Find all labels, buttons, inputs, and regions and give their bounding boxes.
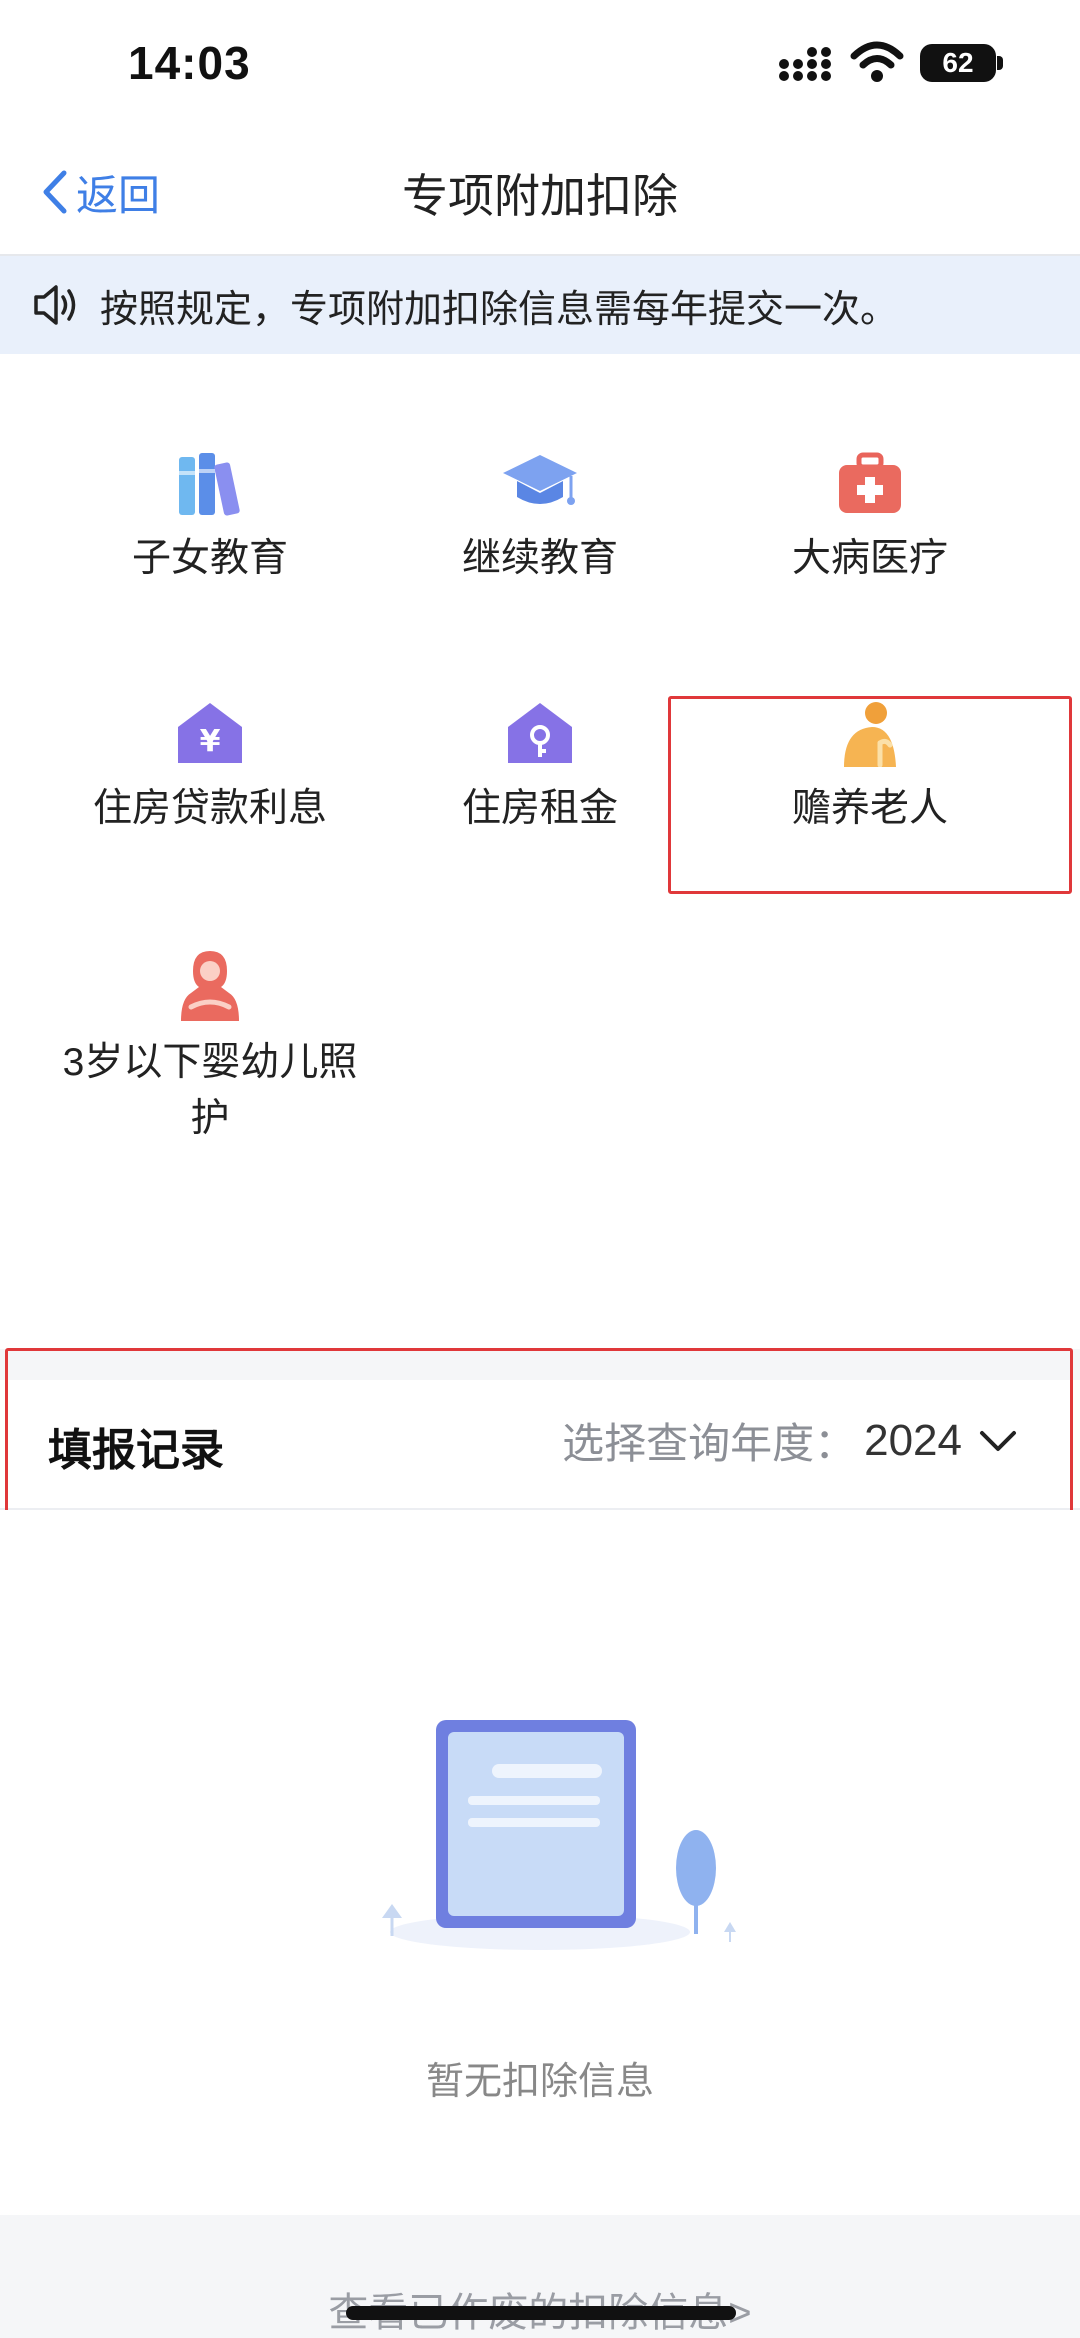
medical-kit-icon bbox=[839, 452, 901, 513]
status-bar: 14:03 62 bbox=[0, 0, 1080, 130]
item-label: 子女教育 bbox=[131, 537, 288, 580]
year-selector-value: 2024 bbox=[864, 1415, 962, 1465]
battery-cap bbox=[997, 56, 1003, 70]
chevron-down-icon bbox=[980, 1430, 1016, 1451]
books-icon bbox=[179, 453, 240, 516]
elderly-person-icon bbox=[844, 702, 896, 767]
item-label: 住房贷款利息 bbox=[92, 787, 327, 830]
notice-banner: 按照规定，专项附加扣除信息需每年提交一次。 bbox=[0, 256, 1080, 354]
house-key-icon bbox=[508, 703, 572, 763]
empty-document-illustration bbox=[382, 1720, 736, 1950]
item-elderly-support[interactable]: 赡养老人 bbox=[705, 699, 1035, 837]
speaker-icon bbox=[34, 285, 76, 325]
item-infant-care[interactable]: 3岁以下婴幼儿照护 bbox=[45, 949, 375, 1147]
records-title: 填报记录 bbox=[48, 1426, 224, 1475]
item-continuing-education[interactable]: 继续教育 bbox=[375, 449, 705, 587]
battery-indicator: 62 bbox=[920, 44, 996, 82]
item-housing-loan-interest[interactable]: ¥ 住房贷款利息 bbox=[45, 699, 375, 837]
item-label: 继续教育 bbox=[461, 537, 618, 580]
year-selector[interactable]: 选择查询年度： 2024 bbox=[562, 1410, 1018, 1471]
item-housing-rent[interactable]: 住房租金 bbox=[375, 699, 705, 837]
cellular-signal-icon bbox=[779, 47, 831, 81]
item-label: 3岁以下婴幼儿照护 bbox=[62, 1041, 358, 1140]
home-indicator bbox=[346, 2306, 736, 2320]
status-time: 14:03 bbox=[128, 37, 251, 89]
item-children-education[interactable]: 子女教育 bbox=[45, 449, 375, 587]
year-selector-label: 选择查询年度： bbox=[562, 1420, 857, 1467]
empty-state-text: 暂无扣除信息 bbox=[425, 2061, 654, 2103]
item-serious-illness-medical[interactable]: 大病医疗 bbox=[705, 449, 1035, 587]
item-label: 住房租金 bbox=[461, 787, 618, 830]
nav-bar: 返回 专项附加扣除 bbox=[0, 130, 1080, 256]
house-yuan-icon: ¥ bbox=[178, 703, 242, 763]
mother-baby-icon bbox=[181, 951, 239, 1021]
wifi-icon bbox=[850, 41, 904, 82]
records-header: 填报记录 选择查询年度： 2024 bbox=[0, 1380, 1080, 1510]
empty-state: 暂无扣除信息 bbox=[0, 1510, 1080, 2215]
svg-text:¥: ¥ bbox=[200, 724, 221, 759]
item-label: 赡养老人 bbox=[791, 787, 948, 830]
item-label: 大病医疗 bbox=[791, 537, 948, 580]
graduation-cap-icon bbox=[503, 455, 577, 505]
deduction-grid: 子女教育 继续教育 大病医疗 ¥ 住房贷款利息 住房租金 赡养老人 3岁以下婴幼… bbox=[0, 354, 1080, 1349]
page-title: 专项附加扣除 bbox=[402, 170, 678, 222]
notice-text: 按照规定，专项附加扣除信息需每年提交一次。 bbox=[100, 288, 899, 331]
